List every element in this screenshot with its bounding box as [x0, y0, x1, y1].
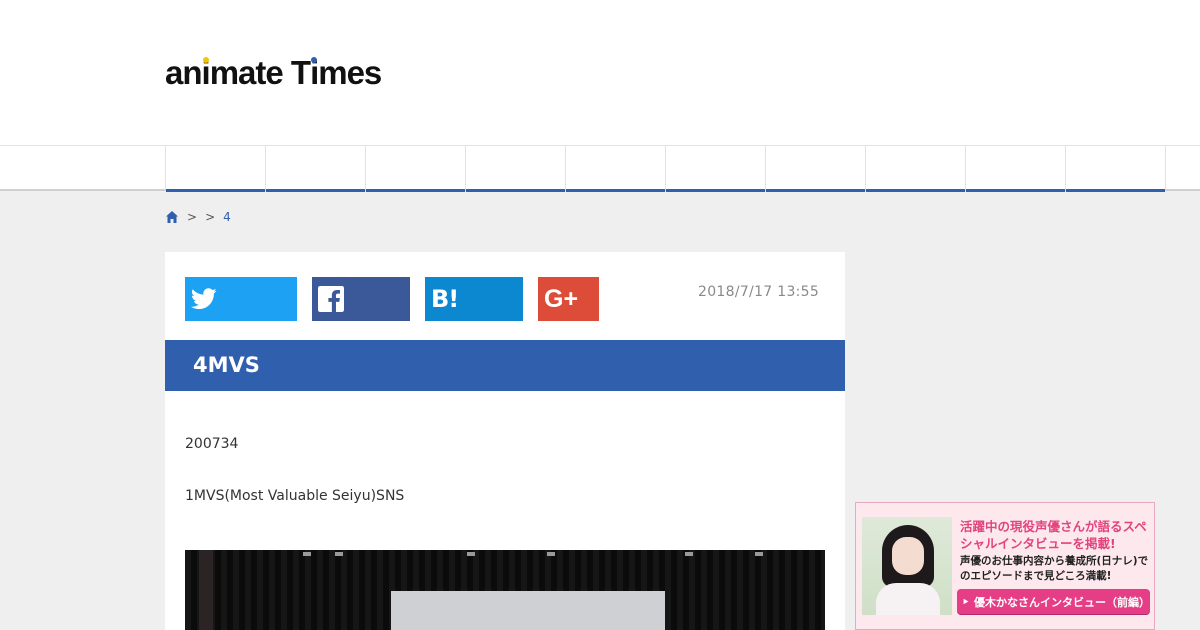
photo-stage-light: [467, 552, 475, 556]
nav-item-accent: [366, 189, 465, 192]
share-twitter-button[interactable]: [185, 277, 297, 321]
site-header: animate Times: [0, 0, 1200, 145]
photo-stage-light: [303, 552, 311, 556]
ad-button-label: 優木かなさんインタビュー（前編）: [974, 595, 1150, 609]
nav-item-accent: [1066, 189, 1165, 192]
photo-stage-light: [547, 552, 555, 556]
twitter-icon: [191, 288, 217, 310]
photo-stage-screen: [391, 591, 665, 630]
article-paragraph: 1MVS(Most Valuable Seiyu)SNS: [185, 488, 405, 504]
ad-subtext: 声優のお仕事内容から養成所(日ナレ)でのエピソードまで見どころ満載!: [960, 555, 1149, 582]
logo-text-part: an: [165, 54, 203, 91]
play-icon: [963, 598, 969, 605]
article-paragraph: 200734: [185, 436, 239, 452]
nav-item[interactable]: [165, 146, 265, 192]
nav-item-accent: [266, 189, 365, 192]
logo-text-part: mate T: [209, 54, 311, 91]
nav-item-accent: [766, 189, 865, 192]
nav-item-accent: [966, 189, 1065, 192]
nav-item-edge: [1165, 146, 1200, 190]
nav-item[interactable]: [865, 146, 965, 192]
main-nav: [0, 145, 1200, 192]
breadcrumb-current: 4: [223, 210, 231, 224]
home-icon[interactable]: [165, 210, 179, 224]
nav-item[interactable]: [365, 146, 465, 192]
nav-item[interactable]: [765, 146, 865, 192]
share-facebook-button[interactable]: [312, 277, 410, 321]
hatena-bookmark-icon: B!: [431, 285, 459, 313]
logo-text-part: i: [310, 54, 319, 91]
nav-item[interactable]: [265, 146, 365, 192]
article-photo: [185, 550, 825, 630]
photo-stage-light: [335, 552, 343, 556]
article-title-bar: 4MVS: [165, 340, 845, 391]
sidebar-ad-banner[interactable]: 活躍中の現役声優さんが語るスペシャルインタビューを掲載! 声優のお仕事内容から養…: [855, 502, 1155, 630]
article-card: B! G+ 2018/7/17 13:55 4MVS 200734 1MVS(M…: [165, 252, 845, 630]
photo-stage-light: [755, 552, 763, 556]
ad-photo-body: [876, 583, 940, 615]
nav-item[interactable]: [465, 146, 565, 192]
nav-item-accent: [166, 189, 265, 192]
ad-photo-face: [892, 537, 924, 575]
nav-item-accent: [666, 189, 765, 192]
photo-stage-light: [685, 552, 693, 556]
nav-item[interactable]: [565, 146, 665, 192]
facebook-icon: [318, 286, 344, 312]
ad-interview-button[interactable]: 優木かなさんインタビュー（前編）: [957, 589, 1150, 614]
breadcrumb: > > 4: [165, 209, 231, 225]
breadcrumb-separator: >: [187, 210, 198, 224]
site-logo[interactable]: animate Times: [165, 54, 382, 91]
ad-headline: 活躍中の現役声優さんが語るスペシャルインタビューを掲載!: [960, 519, 1147, 551]
nav-item-accent: [466, 189, 565, 192]
ad-photo: [862, 517, 952, 615]
share-hatena-button[interactable]: B!: [425, 277, 523, 321]
nav-item-accent: [866, 189, 965, 192]
nav-item[interactable]: [665, 146, 765, 192]
article-date: 2018/7/17 13:55: [698, 284, 820, 300]
nav-item[interactable]: [965, 146, 1065, 192]
photo-pillar: [199, 550, 213, 630]
breadcrumb-separator: >: [205, 210, 216, 224]
article-title: 4MVS: [193, 353, 260, 377]
googleplus-icon: G+: [544, 284, 579, 313]
logo-text-part: i: [201, 54, 211, 91]
logo-text-part: mes: [318, 54, 382, 91]
nav-item[interactable]: [1065, 146, 1165, 192]
nav-item-accent: [566, 189, 665, 192]
share-googleplus-button[interactable]: G+: [538, 277, 599, 321]
